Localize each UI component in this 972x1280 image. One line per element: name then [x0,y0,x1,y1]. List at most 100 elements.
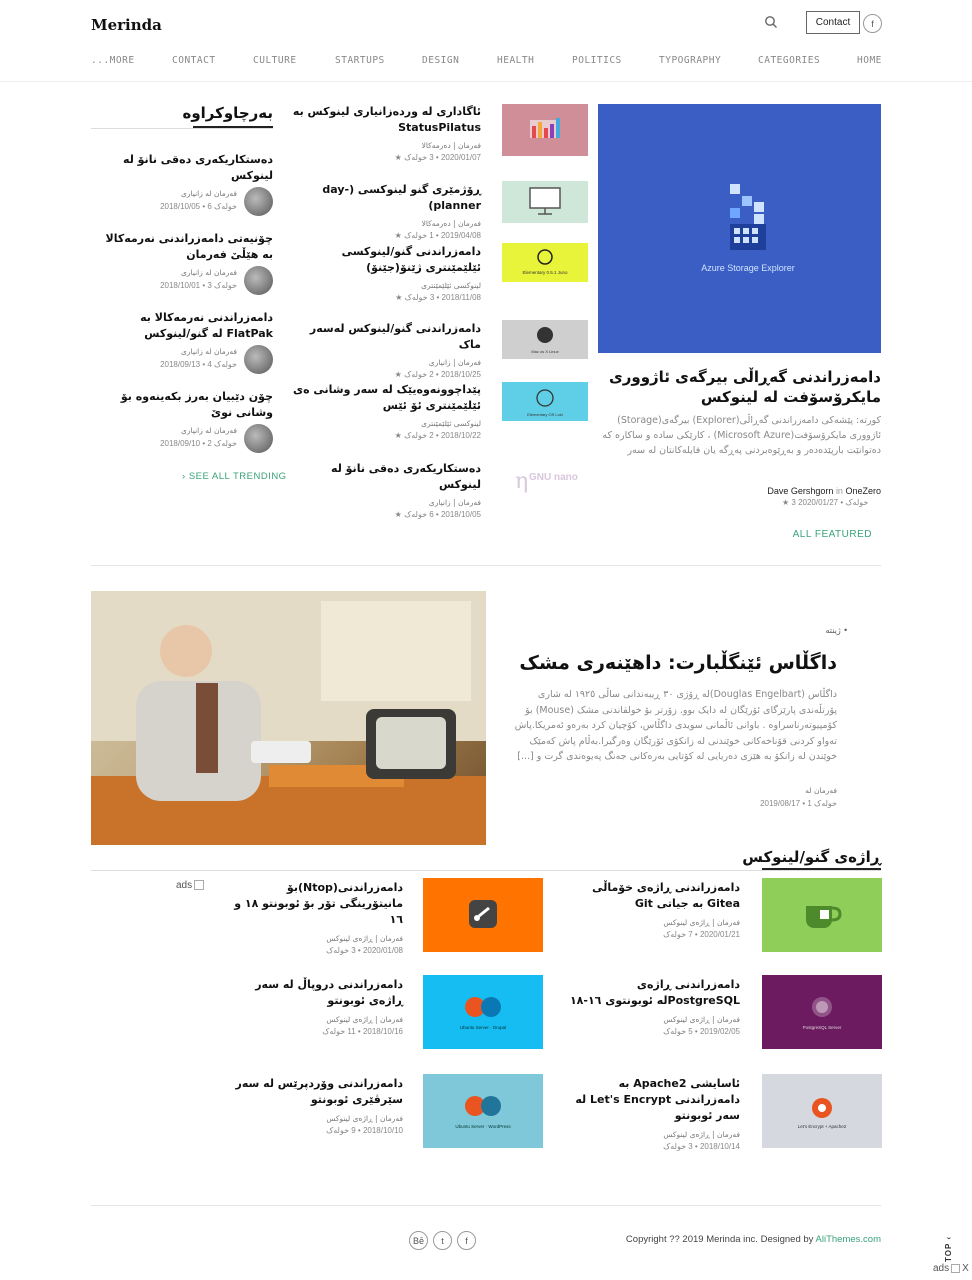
list-item-category[interactable]: لینوکسی ئێلێمێنتری [290,419,481,428]
list-item-title[interactable]: دامەزراندنی گنو/لینوکسی ئێلێمێنتری ژێنۆ(… [290,244,481,276]
post-title[interactable]: دامەزراندنی ڕاژەی PostgreSQLلە ئوبونتوی … [565,977,740,1009]
post-category[interactable]: فەرمان | ڕاژەی لینوکس [565,1015,740,1024]
story-author[interactable]: فەرمان لە [760,786,837,795]
trending-item[interactable]: چۆن دێبیان بەرز بکەینەوە بۆ وشانی نوێ فە… [91,389,273,454]
post-image-wordpress[interactable]: Ubuntu Server · WordPress [423,1074,543,1148]
close-icon[interactable]: X [962,1263,969,1274]
trending-item-title[interactable]: چۆن دێبیان بەرز بکەینەوە بۆ وشانی نوێ [91,389,273,421]
story-image[interactable] [91,591,486,845]
avatar[interactable] [244,345,273,374]
post-meta: 2018/10/10 • 9 خولەک [326,1126,403,1135]
list-item-title[interactable]: ئاگاداری لە وردەزانیاری لینوکس بە Status… [290,104,481,136]
list-item-category[interactable]: لینوکسی ئێلێمێنتری [290,281,481,290]
nav-item-typography[interactable]: TYPOGRAPHY [659,55,721,66]
list-item-title[interactable]: دەستکاریکەری دەقی نانۆ لە لینوکس [290,461,481,493]
nav-item-design[interactable]: DESIGN [422,55,459,66]
nav-item-home[interactable]: HOME [857,55,882,66]
featured-author-name[interactable]: Dave Gershgorn [767,486,833,496]
thumb-mac[interactable]: Mac os X Linux [502,320,588,359]
nav-item-health[interactable]: HEALTH [497,55,534,66]
nav-item-more[interactable]: ...MORE [91,55,135,66]
all-featured-link[interactable]: ALL FEATURED [760,529,872,540]
post-image-letsencrypt[interactable]: Let's Encrypt + Apache2 [762,1074,882,1148]
thumb-day-planner[interactable] [502,181,588,223]
see-all-trending-link[interactable]: › SEE ALL TRENDING [182,471,287,482]
list-item-category[interactable]: فەرمان | دەرمەکالا [290,219,481,228]
post-image-gitea[interactable] [762,878,882,952]
site-logo[interactable]: Merinda [91,16,162,34]
nav-item-startups[interactable]: STARTUPS [335,55,385,66]
nav-item-politics[interactable]: POLITICS [572,55,622,66]
list-item[interactable]: دامەزراندنی گنو/لینوکس لەسەر ماک فەرمان … [290,321,481,379]
search-icon[interactable] [764,15,778,29]
trending-item-title[interactable]: دامەزراندنی نەرمەکالا بە FlatPak لە گنو/… [91,310,273,342]
trending-item-category[interactable]: فەرمان لە زانیاری [181,268,237,277]
thumb-statuspilatus[interactable] [502,104,588,156]
post-image-drupal[interactable]: Ubuntu Server · Drupal [423,975,543,1049]
post-title[interactable]: دامەزراندنی ڕاژەی خۆماڵی Gitea بە جیاتی … [565,880,740,912]
post-category[interactable]: فەرمان | ڕاژەی لینوکس [228,1015,403,1024]
avatar[interactable] [244,266,273,295]
trending-item-category[interactable]: فەرمان لە زانیاری [181,189,237,198]
post-title[interactable]: دامەزراندنی(Ntop)بۆ مانیتۆرینگی تۆر بۆ ئ… [228,880,403,928]
list-item-category[interactable]: فەرمان | زانیاری [290,498,481,507]
featured-title[interactable]: دامەزراندنی گەڕاڵی بیرگەی ئاژووری مایکرۆ… [598,367,881,407]
post-title[interactable]: دامەزراندنی وۆردپرێس لە سەر سێرڤێری ئوبو… [228,1076,404,1108]
post-title[interactable]: دامەزراندنی دروپاڵ لە سەر ڕاژەی ئوبونتو [228,977,403,1009]
post-image-ntop[interactable] [423,878,543,952]
corner-ads[interactable]: ads X [933,1263,969,1274]
list-item-category[interactable]: فەرمان | زانیاری [290,358,481,367]
section-heading-underline [762,868,881,870]
list-item[interactable]: ئاگاداری لە وردەزانیاری لینوکس بە Status… [290,104,481,162]
post-item[interactable]: دامەزراندنی ڕاژەی خۆماڵی Gitea بە جیاتی … [565,880,740,939]
post-category[interactable]: فەرمان | ڕاژەی لینوکس [565,918,740,927]
thumb-loki[interactable]: Elementary OS Loki [502,382,588,421]
trending-item-title[interactable]: چۆنیەتی دامەزراندنی نەرمەکالا بە هێڵێ فە… [91,231,273,263]
letsencrypt-caption: Let's Encrypt + Apache2 [798,1124,847,1129]
post-item[interactable]: دامەزراندنی ڕاژەی PostgreSQLلە ئوبونتوی … [565,977,740,1036]
post-title[interactable]: ئاسایشی Apache2 بە دامەزراندنی Let's Enc… [565,1076,740,1124]
list-item[interactable]: دامەزراندنی گنو/لینوکسی ئێلێمێنتری ژێنۆ(… [290,244,481,302]
featured-image[interactable]: Azure Storage Explorer [598,104,881,353]
list-item-title[interactable]: ڕۆژمێری گنو لینوکسی (day-planner) [290,182,481,214]
story-category[interactable]: • ژینتە [760,626,848,635]
trending-item-category[interactable]: فەرمان لە زانیاری [181,347,237,356]
trending-item[interactable]: چۆنیەتی دامەزراندنی نەرمەکالا بە هێڵێ فە… [91,231,273,296]
thumb-nano[interactable]: η GNU nano [502,462,588,498]
designer-link[interactable]: AliThemes.com [816,1234,881,1245]
thumb-juno[interactable]: Elementary 0.5.1 Juno [502,243,588,282]
trending-item[interactable]: دەستکاریکەری دەقی نانۆ لە لینوکس فەرمان … [91,152,273,217]
trending-item-category[interactable]: فەرمان لە زانیاری [181,426,237,435]
nav-item-categories[interactable]: CATEGORIES [758,55,820,66]
nav-item-culture[interactable]: CULTURE [253,55,297,66]
story-title[interactable]: داگڵاس ئێنگڵبارت: داهێنەری مشک [510,652,837,674]
avatar[interactable] [244,187,273,216]
avatar[interactable] [244,424,273,453]
post-category[interactable]: فەرمان | ڕاژەی لینوکس [228,934,403,943]
post-image-postgresql[interactable]: PostgreSQL Server [762,975,882,1049]
behance-icon[interactable]: Bē [409,1231,428,1250]
nav-item-contact[interactable]: CONTACT [172,55,216,66]
post-category[interactable]: فەرمان | ڕاژەی لینوکس [565,1130,740,1139]
list-item-title[interactable]: پێداچوونەوەیێک لە سەر وشانی ەی ئێلێمێنتر… [290,382,481,414]
trending-item[interactable]: دامەزراندنی نەرمەکالا بە FlatPak لە گنو/… [91,310,273,375]
post-item[interactable]: ئاسایشی Apache2 بە دامەزراندنی Let's Enc… [565,1076,740,1151]
post-item[interactable]: دامەزراندنی وۆردپرێس لە سەر سێرڤێری ئوبو… [228,1076,404,1135]
trending-item-title[interactable]: دەستکاریکەری دەقی نانۆ لە لینوکس [91,152,273,184]
twitter-icon[interactable]: t [433,1231,452,1250]
post-category[interactable]: فەرمان | ڕاژەی لینوکس [228,1114,403,1123]
list-item-title[interactable]: دامەزراندنی گنو/لینوکس لەسەر ماک [290,321,481,353]
list-item[interactable]: ڕۆژمێری گنو لینوکسی (day-planner) فەرمان… [290,182,481,240]
post-item[interactable]: دامەزراندنی(Ntop)بۆ مانیتۆرینگی تۆر بۆ ئ… [228,880,403,955]
post-item[interactable]: دامەزراندنی دروپاڵ لە سەر ڕاژەی ئوبونتو … [228,977,403,1036]
facebook-icon[interactable]: f [457,1231,476,1250]
list-item-category[interactable]: فەرمان | دەرمەکالا [290,141,481,150]
featured-publication[interactable]: OneZero [845,486,881,496]
back-to-top-button[interactable]: TOP ‹ [944,1222,958,1262]
ads-image[interactable]: ads [176,880,205,891]
list-item[interactable]: دەستکاریکەری دەقی نانۆ لە لینوکس فەرمان … [290,461,481,519]
facebook-icon[interactable]: f [863,14,882,33]
list-item[interactable]: پێداچوونەوەیێک لە سەر وشانی ەی ئێلێمێنتر… [290,382,481,440]
contact-button[interactable]: Contact [806,11,860,34]
section-heading: ڕاژەی گنو/لینوکس [742,848,881,866]
